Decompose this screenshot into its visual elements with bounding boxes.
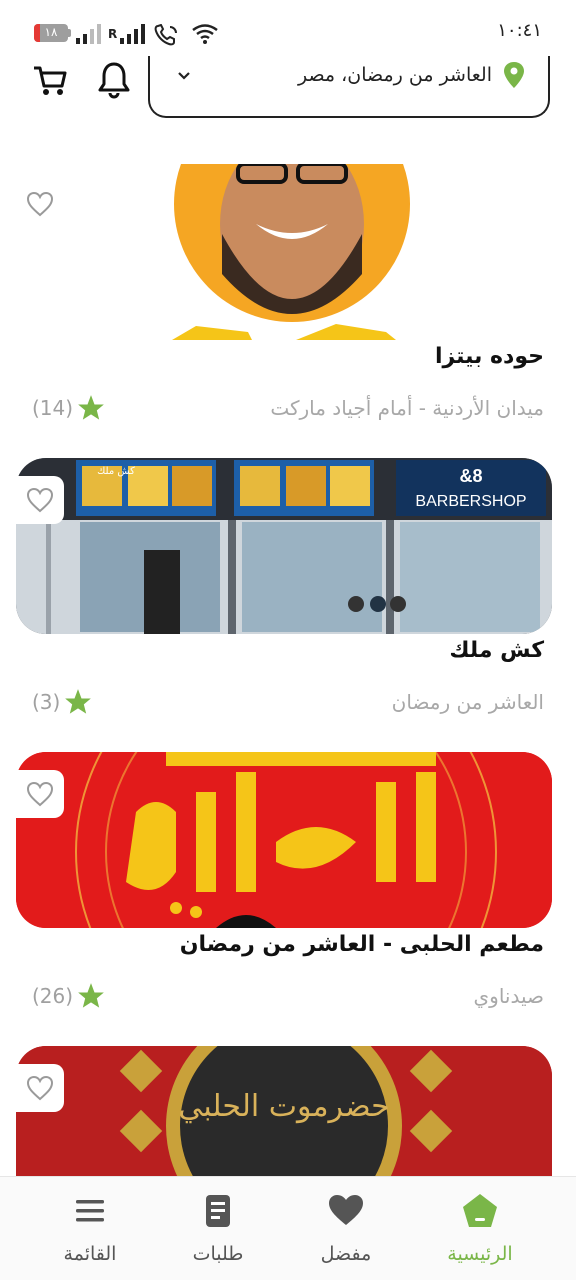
cart-icon[interactable] [32, 62, 68, 98]
location-selector[interactable]: العاشر من رمضان، مصر [148, 56, 550, 118]
star-icon [78, 395, 104, 420]
storefront-menu-text: كش ملك [97, 466, 135, 477]
rating-count: (3) [32, 690, 61, 714]
restaurant-name: كش ملك [449, 638, 544, 663]
nav-item-home[interactable]: الرئيسية [420, 1177, 540, 1280]
restaurant-name: حوده بيتزا [434, 344, 544, 369]
nav-item-menu[interactable]: القائمة [30, 1177, 150, 1280]
restaurant-card[interactable]: مطعم الحلبى - العاشر من رمضان صيدناوي (2… [16, 752, 552, 1014]
restaurant-address: العاشر من رمضان [391, 690, 544, 714]
status-bar: ١٨ R ١٠:٤١ [0, 0, 576, 62]
restaurant-address: ميدان الأردنية - أمام أجياد ماركت [270, 396, 544, 420]
star-icon [78, 983, 104, 1008]
storefront-logo-text: &8 [459, 466, 482, 486]
card-image-text: حضرموت الحلبي [178, 1089, 389, 1124]
heart-outline-icon [26, 191, 54, 217]
header: العاشر من رمضان، مصر [0, 56, 576, 126]
heart-outline-icon [26, 1075, 54, 1101]
menu-icon [76, 1200, 104, 1222]
nav-label-orders: طلبات [192, 1243, 244, 1265]
rating: (14) [32, 394, 105, 422]
restaurant-card[interactable]: حضرموت الحلبي [16, 1046, 552, 1176]
favorite-button[interactable] [16, 1064, 64, 1112]
restaurant-image[interactable] [16, 164, 552, 340]
restaurant-image[interactable] [16, 752, 552, 928]
orders-icon [206, 1195, 230, 1227]
signal-icon-2 [120, 24, 145, 44]
rating-count: (26) [32, 984, 74, 1008]
bell-icon[interactable] [96, 60, 132, 100]
location-text: العاشر من رمضان، مصر [297, 64, 492, 86]
restaurant-address: صيدناوي [473, 984, 545, 1008]
restaurant-image[interactable]: BARBERSHOP &8 كش ملك [16, 458, 552, 634]
chevron-down-icon [178, 72, 190, 80]
heart-icon [329, 1195, 363, 1225]
battery-icon: ١٨ [34, 24, 68, 42]
battery-level-text: ١٨ [44, 25, 58, 39]
favorite-button[interactable] [16, 770, 64, 818]
star-icon [65, 689, 92, 714]
home-icon [463, 1194, 497, 1227]
restaurant-card[interactable]: BARBERSHOP &8 كش ملك كش ملك العاشر من رم… [16, 458, 552, 720]
heart-outline-icon [26, 487, 54, 513]
restaurant-card[interactable]: حوده بيتزا ميدان الأردنية - أمام أجياد م… [16, 164, 552, 426]
nav-item-favorites[interactable]: مفضل [286, 1177, 406, 1280]
heart-outline-icon [26, 781, 54, 807]
nav-label-menu: القائمة [63, 1243, 117, 1265]
rating-count: (14) [32, 396, 74, 420]
clock: ١٠:٤١ [497, 20, 542, 41]
rating: (26) [32, 982, 105, 1010]
storefront-sign-text: BARBERSHOP [415, 493, 526, 510]
location-pin-icon [504, 62, 524, 88]
nav-label-favorites: مفضل [320, 1243, 372, 1265]
nav-item-orders[interactable]: طلبات [158, 1177, 278, 1280]
signal-icon [76, 24, 101, 44]
bottom-navigation: الرئيسية مفضل طلبات القائمة [0, 1176, 576, 1280]
restaurant-image[interactable]: حضرموت الحلبي [16, 1046, 552, 1176]
nav-label-home: الرئيسية [447, 1243, 513, 1265]
restaurant-name: مطعم الحلبى - العاشر من رمضان [179, 932, 544, 957]
wifi-call-icon [154, 24, 177, 46]
favorite-button[interactable] [16, 476, 64, 524]
favorite-button[interactable] [16, 180, 64, 228]
wifi-icon [192, 24, 218, 44]
rating: (3) [32, 688, 92, 716]
